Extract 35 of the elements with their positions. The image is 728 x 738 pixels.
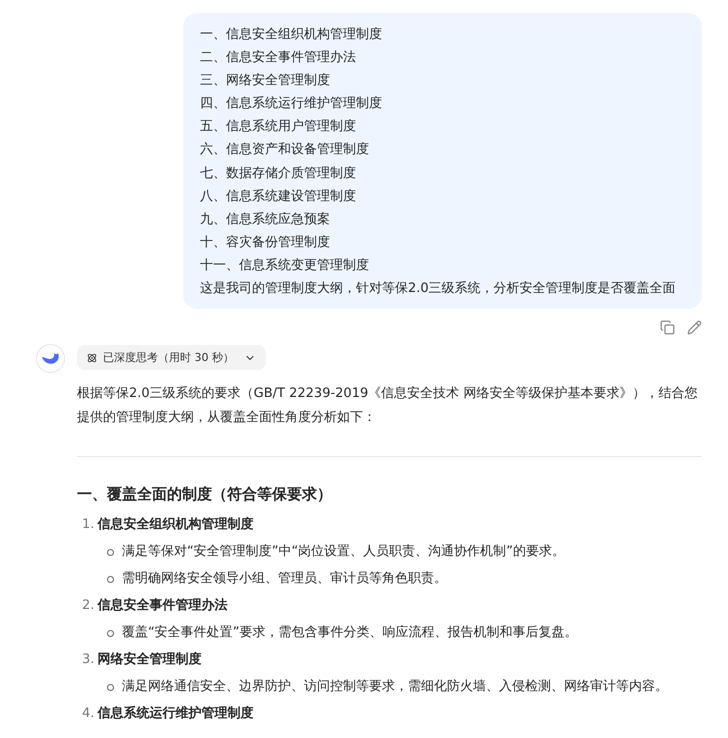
list-number: 2. — [82, 599, 94, 614]
atom-icon — [87, 352, 97, 363]
message-line: 四、信息系统运行维护管理制度 — [200, 95, 383, 114]
bullet-icon — [107, 630, 114, 637]
bullet-icon — [107, 684, 114, 691]
list-number: 3. — [82, 653, 94, 668]
message-line: 五、信息系统用户管理制度 — [200, 118, 357, 136]
message-line: 七、数据存储介质管理制度 — [200, 164, 357, 183]
list-point: 满足等保对“安全管理制度”中“岗位设置、人员职责、沟通协作机制”的要求。 — [122, 545, 565, 560]
list-point: 需明确网络安全领导小组、管理员、审计员等角色职责。 — [122, 572, 447, 586]
list-title: 网络安全管理制度 — [97, 653, 202, 668]
message-line: 一、信息安全组织机构管理制度 — [200, 26, 383, 44]
list-title: 信息安全事件管理办法 — [97, 599, 228, 614]
list-title: 信息系统运行维护管理制度 — [97, 707, 254, 722]
message-line: 十一、信息系统变更管理制度 — [200, 256, 370, 275]
message-line: 三、网络安全管理制度 — [200, 72, 331, 90]
message-line: 二、信息安全事件管理办法 — [200, 49, 357, 68]
list-number: 1. — [82, 518, 94, 532]
message-line: 九、信息系统应急预案 — [200, 210, 331, 229]
message-line: 十、容灾备份管理制度 — [200, 234, 331, 252]
copy-icon[interactable] — [660, 320, 675, 336]
section-heading: 一、覆盖全面的制度（符合等保要求） — [77, 484, 333, 506]
whale-icon — [41, 351, 60, 366]
thinking-toggle[interactable]: 已深度思考（用时 30 秒） — [77, 345, 266, 370]
list-point: 覆盖“安全事件处置”要求，需包含事件分类、响应流程、报告机制和事后复盘。 — [122, 626, 578, 640]
reply-paragraph: 根据等保2.0三级系统的要求（GB/T 22239-2019《信息安全技术 网络安全等级保护基本要求》），结合您提供的管理制度大纲，从覆盖全面性角度分析如下： — [77, 385, 698, 428]
bullet-icon — [107, 548, 114, 556]
message-line: 这是我司的管理制度大纲，针对等保2.0三级系统，分析安全管理制度是否覆盖全面 — [200, 280, 677, 298]
list-number: 4. — [82, 707, 94, 722]
edit-icon[interactable] — [687, 320, 702, 336]
list-point: 满足网络通信安全、边界防护、访问控制等要求，需细化防火墙、入侵检测、网络审计等内容。 — [122, 680, 668, 694]
bullet-icon — [107, 576, 114, 583]
message-line: 六、信息资产和设备管理制度 — [200, 141, 370, 160]
list-title: 信息安全组织机构管理制度 — [97, 518, 254, 532]
message-line: 八、信息系统建设管理制度 — [200, 188, 357, 206]
